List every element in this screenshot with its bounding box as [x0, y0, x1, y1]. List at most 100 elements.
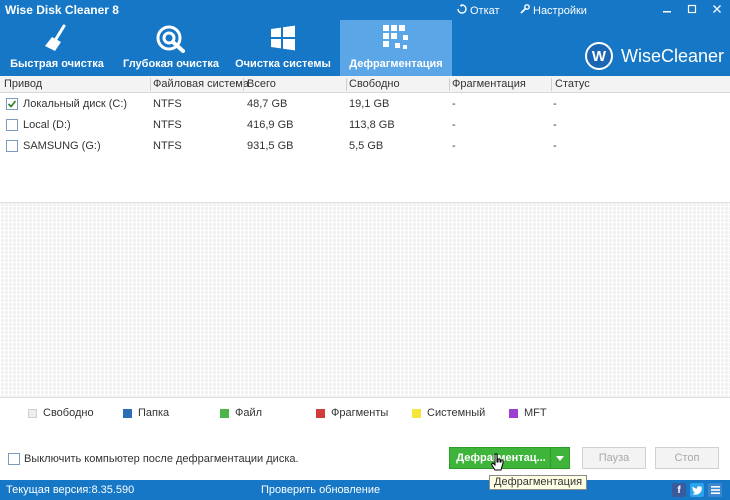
app-header: Wise Disk Cleaner 8 Откат Настройки Быст… [0, 0, 730, 76]
legend-label: Фрагменты [331, 407, 389, 419]
tab-system-clean-label: Очистка системы [235, 58, 331, 70]
legend: Свободно Папка Файл Фрагменты Системный … [0, 400, 730, 426]
shutdown-checkbox[interactable] [8, 453, 20, 465]
tab-defrag[interactable]: Дефрагментация [340, 20, 452, 76]
drive-name: Локальный диск (C:) [23, 98, 128, 110]
header-fragmentation[interactable]: Фрагментация [452, 78, 526, 90]
table-row[interactable]: SAMSUNG (G:) NTFS 931,5 GB 5,5 GB - - [0, 136, 730, 158]
drive-filesystem: NTFS [153, 119, 182, 131]
legend-item-file: Файл [220, 407, 262, 419]
legend-item-system: Системный [412, 407, 485, 419]
table-row[interactable]: Локальный диск (C:) NTFS 48,7 GB 19,1 GB… [0, 94, 730, 116]
legend-swatch [123, 408, 132, 418]
cluster-map-border [0, 202, 730, 398]
mouse-cursor-icon [490, 453, 505, 476]
twitter-icon[interactable] [690, 483, 704, 497]
drive-total: 48,7 GB [247, 98, 288, 110]
checkmark-icon [7, 100, 17, 108]
wisecleaner-logo-icon: W [585, 42, 613, 70]
header-status[interactable]: Статус [555, 78, 590, 90]
minimize-button[interactable] [655, 0, 679, 20]
settings-button[interactable]: Настройки [520, 4, 587, 17]
wrench-icon [520, 4, 530, 17]
brand-name: WiseCleaner [621, 45, 725, 66]
status-bar: Текущая версия:8.35.590 Проверить обновл… [0, 480, 730, 500]
legend-item-folder: Папка [123, 407, 169, 419]
defrag-icon [379, 22, 413, 54]
stop-button[interactable]: Стоп [655, 447, 719, 469]
defrag-options-dropdown[interactable] [550, 448, 569, 468]
drive-total: 416,9 GB [247, 119, 294, 131]
column-divider[interactable] [449, 78, 450, 91]
legend-swatch [509, 408, 518, 418]
column-divider[interactable] [150, 78, 151, 91]
rollback-label: Откат [470, 4, 500, 17]
table-row[interactable]: Local (D:) NTFS 416,9 GB 113,8 GB - - [0, 115, 730, 137]
tab-quick-clean[interactable]: Быстрая очистка [0, 20, 114, 76]
drive-fragmentation: - [452, 119, 456, 131]
legend-label: Системный [427, 407, 486, 419]
drive-name: Local (D:) [23, 119, 71, 131]
windows-icon [266, 22, 300, 54]
column-divider[interactable] [243, 78, 244, 91]
tab-quick-clean-label: Быстрая очистка [10, 58, 104, 70]
shutdown-after-defrag-option[interactable]: Выключить компьютер после дефрагментации… [8, 453, 299, 465]
header-drive[interactable]: Привод [4, 78, 42, 90]
drive-checkbox[interactable] [6, 140, 18, 152]
legend-swatch [316, 408, 325, 418]
rollback-icon [457, 4, 467, 17]
drive-status: - [553, 119, 557, 131]
tab-deep-clean-label: Глубокая очистка [123, 58, 219, 70]
defrag-tooltip: Дефрагментация [489, 475, 588, 490]
maximize-button[interactable] [680, 0, 704, 20]
legend-label: Папка [138, 407, 170, 419]
header-total[interactable]: Всего [247, 78, 276, 90]
drive-free: 113,8 GB [349, 119, 395, 131]
column-divider[interactable] [346, 78, 347, 91]
drive-fragmentation: - [452, 98, 456, 110]
table-header: Привод Файловая система Всего Свободно Ф… [0, 76, 730, 93]
version-label: Текущая версия:8.35.590 [6, 484, 135, 496]
drive-free: 19,1 GB [349, 98, 390, 110]
legend-label: Свободно [43, 407, 94, 419]
legend-label: MFT [524, 407, 547, 419]
drive-status: - [553, 98, 557, 110]
legend-item-free: Свободно [28, 407, 94, 419]
legend-item-fragments: Фрагменты [316, 407, 388, 419]
header-filesystem[interactable]: Файловая система [153, 78, 249, 90]
broom-icon [40, 22, 74, 54]
drive-status: - [553, 140, 557, 152]
drive-checkbox[interactable] [6, 98, 18, 110]
cluster-map [0, 202, 730, 398]
tab-deep-clean[interactable]: Глубокая очистка [116, 20, 226, 76]
deep-clean-icon [154, 22, 188, 54]
legend-swatch [412, 408, 421, 418]
title-bar: Wise Disk Cleaner 8 Откат Настройки [0, 0, 730, 20]
check-update-link[interactable]: Проверить обновление [261, 484, 380, 496]
shutdown-label: Выключить компьютер после дефрагментации… [24, 453, 299, 465]
header-free[interactable]: Свободно [349, 78, 400, 90]
tab-system-clean[interactable]: Очистка системы [228, 20, 338, 76]
drive-fragmentation: - [452, 140, 456, 152]
defrag-button[interactable]: Дефрагментац... [449, 447, 570, 469]
chevron-down-icon [556, 455, 564, 461]
drive-checkbox[interactable] [6, 119, 18, 131]
drive-filesystem: NTFS [153, 140, 182, 152]
close-button[interactable] [705, 0, 729, 20]
drive-total: 931,5 GB [247, 140, 294, 152]
drive-name: SAMSUNG (G:) [23, 140, 101, 152]
close-icon [712, 4, 722, 17]
legend-item-mft: MFT [509, 407, 547, 419]
maximize-icon [687, 4, 697, 17]
legend-swatch [220, 408, 229, 418]
app-title: Wise Disk Cleaner 8 [5, 3, 119, 17]
brand: W WiseCleaner [585, 42, 724, 70]
facebook-icon[interactable]: f [672, 483, 686, 497]
settings-label: Настройки [533, 4, 587, 17]
legend-label: Файл [235, 407, 263, 419]
column-divider[interactable] [551, 78, 552, 91]
rollback-button[interactable]: Откат [457, 4, 500, 17]
pause-button[interactable]: Пауза [582, 447, 646, 469]
menu-icon[interactable] [708, 483, 722, 497]
drive-free: 5,5 GB [349, 140, 384, 152]
